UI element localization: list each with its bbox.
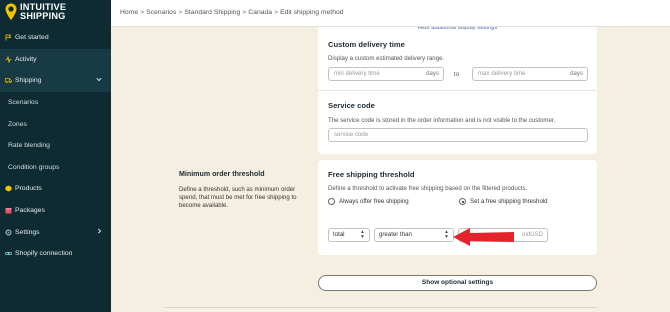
breadcrumb-separator: > (274, 9, 279, 16)
sidebar-item-label: Packages (15, 207, 45, 215)
show-optional-settings-button[interactable]: Show optional settings (318, 275, 597, 291)
breadcrumb-home[interactable]: Home (120, 9, 138, 16)
brand-name: INTUITIVE SHIPPING (20, 2, 66, 21)
radio-always-free-shipping[interactable]: Always offer free shipping (328, 198, 409, 205)
max-delivery-placeholder: max delivery time (478, 70, 526, 77)
service-code-desc: The service code is stored in the order … (328, 117, 556, 124)
sidebar-item-label: Shipping (15, 77, 42, 85)
sidebar-item-scenarios[interactable]: Scenarios (0, 92, 111, 114)
activity-icon (5, 55, 12, 63)
box-icon (5, 185, 12, 192)
flag-icon (5, 34, 12, 41)
sidebar-item-label: Rate blending (8, 142, 50, 150)
sidebar: INTUITIVE SHIPPING Get started Activity … (0, 0, 111, 312)
top-bar: Home > Scenarios > Standard Shipping > Canada >… (111, 0, 670, 27)
service-code-title: Service code (328, 101, 375, 110)
sidebar-item-condition-groups[interactable]: Condition groups (0, 157, 111, 179)
free-shipping-desc: Define a threshold to activate free ship… (328, 185, 528, 192)
radio-circle-selected (459, 198, 466, 205)
sidebar-item-zones[interactable]: Zones (0, 113, 111, 135)
sidebar-item-products[interactable]: Products (0, 178, 111, 200)
sidebar-item-label: Products (15, 185, 42, 193)
threshold-currency: USD (530, 231, 543, 238)
select-updown-icon: ▲ ▼ (444, 229, 449, 240)
truck-icon (5, 77, 12, 84)
breadcrumb-scenarios[interactable]: Scenarios (146, 9, 176, 16)
sidebar-item-rate-blending[interactable]: Rate blending (0, 135, 111, 157)
min-delivery-input[interactable]: min delivery time days (328, 67, 444, 81)
threshold-type-select[interactable]: total ▲ ▼ (328, 228, 370, 242)
breadcrumb-current: Edit shipping method (280, 9, 344, 16)
hide-display-settings-link[interactable]: Hide additional display settings (318, 27, 597, 32)
max-delivery-input[interactable]: max delivery time days (472, 67, 588, 81)
breadcrumb: Home > Scenarios > Standard Shipping > Canada >… (120, 9, 344, 16)
min-delivery-suffix: days (426, 70, 439, 77)
min-order-threshold-title: Minimum order threshold (179, 170, 265, 178)
threshold-operator-value: greater than (379, 231, 412, 238)
min-delivery-placeholder: min delivery time (334, 70, 380, 77)
radio-label: Set a free shipping threshold (470, 198, 548, 205)
radio-set-threshold[interactable]: Set a free shipping threshold (459, 198, 548, 205)
display-settings-card: Hide additional display settings Custom … (318, 27, 597, 154)
free-shipping-title: Free shipping threshold (328, 170, 415, 179)
breadcrumb-standard-shipping[interactable]: Standard Shipping (184, 9, 240, 16)
max-delivery-suffix: days (570, 70, 583, 77)
sidebar-item-label: Get started (15, 34, 49, 42)
threshold-type-value: total (333, 231, 345, 238)
breadcrumb-separator: > (178, 9, 183, 16)
map-pin-icon (5, 3, 17, 21)
breadcrumb-canada[interactable]: Canada (248, 9, 272, 16)
radio-label: Always offer free shipping (339, 198, 409, 205)
to-label: to (454, 71, 460, 78)
service-code-placeholder: service code (334, 131, 369, 138)
chevron-right-icon (97, 228, 102, 236)
breadcrumb-separator: > (242, 9, 247, 16)
sidebar-item-packages[interactable]: Packages (0, 200, 111, 222)
sidebar-item-label: Activity (15, 55, 37, 63)
section-divider (165, 307, 597, 308)
breadcrumb-separator: > (140, 9, 145, 16)
sidebar-item-label: Scenarios (8, 99, 39, 107)
radio-circle (328, 198, 335, 205)
brand-line2: SHIPPING (20, 11, 66, 21)
sidebar-item-activity[interactable]: Activity (0, 48, 111, 71)
threshold-value-placeholder: old (521, 231, 531, 238)
threshold-operator-select[interactable]: greater than ▲ ▼ (374, 228, 454, 242)
custom-delivery-desc: Display a custom estimated delivery rang… (328, 55, 445, 62)
min-order-threshold-desc: Define a threshold, such as minimum orde… (179, 186, 297, 210)
sidebar-item-settings[interactable]: Settings (0, 221, 111, 243)
sidebar-item-shopify-connection[interactable]: Shopify connection (0, 243, 111, 265)
sidebar-item-label: Settings (15, 228, 40, 236)
annotation-arrow-icon (453, 227, 515, 249)
logo[interactable]: INTUITIVE SHIPPING (5, 2, 66, 21)
chevron-down-icon (96, 77, 102, 84)
sidebar-item-label: Zones (8, 120, 27, 128)
custom-delivery-title: Custom delivery time (328, 40, 405, 49)
sidebar-nav: Get started Activity Shipping Scenarios … (0, 27, 111, 265)
sidebar-item-get-started[interactable]: Get started (0, 27, 111, 49)
gear-icon (5, 229, 12, 236)
package-icon (5, 207, 12, 214)
service-code-input[interactable]: service code (328, 128, 588, 142)
sidebar-item-label: Shopify connection (15, 250, 73, 258)
select-updown-icon: ▲ ▼ (360, 229, 365, 240)
link-icon (5, 250, 12, 257)
sidebar-item-label: Condition groups (8, 163, 60, 171)
sidebar-item-shipping[interactable]: Shipping (0, 70, 111, 92)
section-divider (318, 90, 597, 91)
